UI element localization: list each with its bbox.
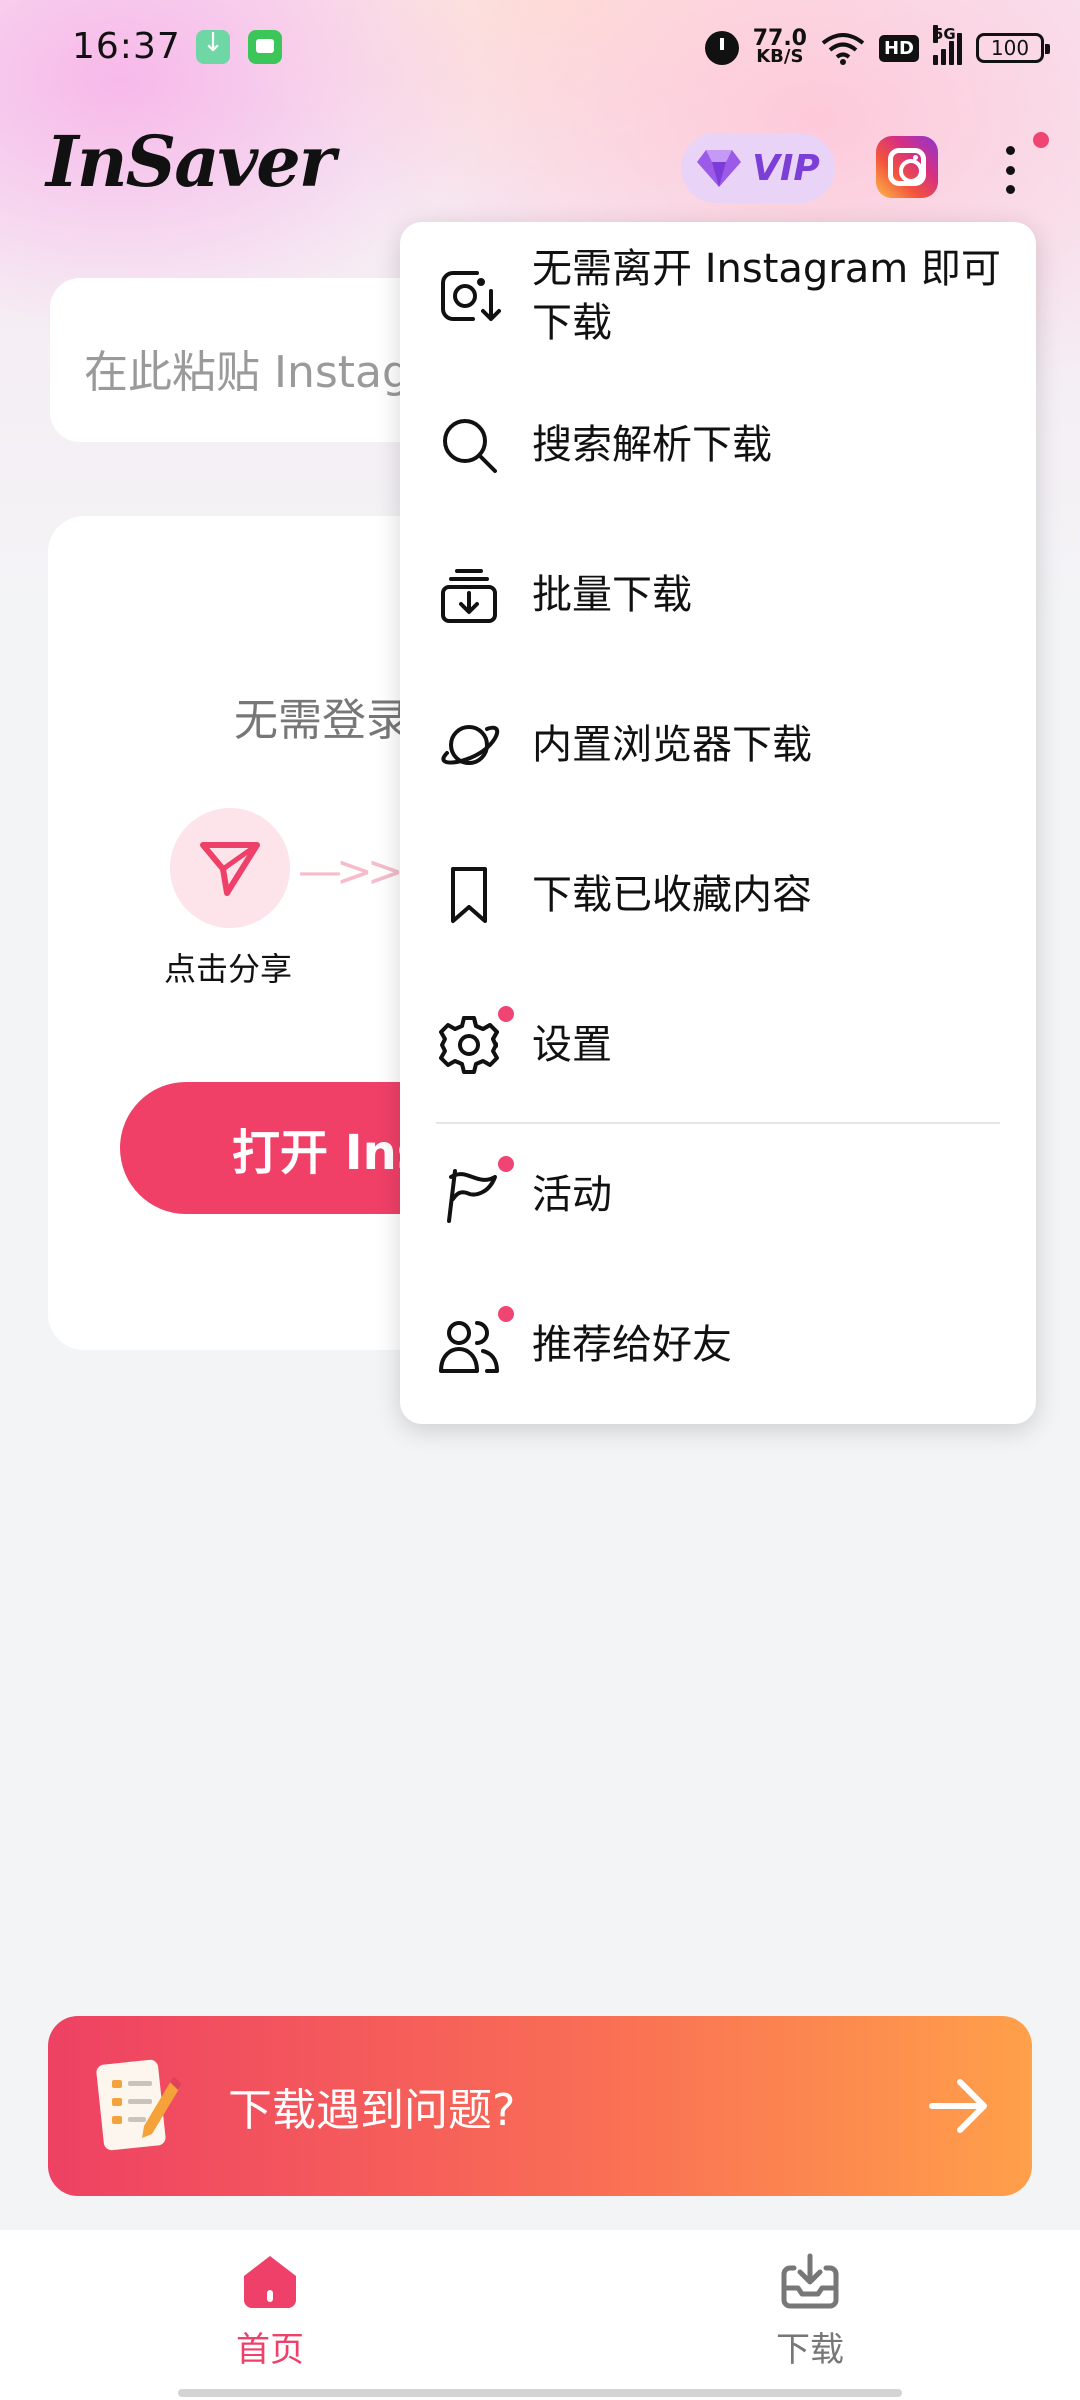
settings-badge-dot	[498, 1006, 514, 1022]
search-icon	[436, 412, 502, 478]
bookmark-icon	[436, 862, 502, 928]
menu-item-browser-download[interactable]: 内置浏览器下载	[400, 670, 1036, 820]
vip-button[interactable]: VIP	[681, 133, 835, 203]
menu-item-recommend[interactable]: 推荐给好友	[400, 1270, 1036, 1420]
menu-item-settings[interactable]: 设置	[400, 970, 1036, 1120]
overflow-menu: 无需离开 Instagram 即可下载 搜索解析下载 批量下载 内置浏览器下载 …	[400, 222, 1036, 1424]
menu-label: 推荐给好友	[532, 1322, 732, 1368]
notification-dot	[1033, 132, 1049, 148]
document-pencil-icon	[96, 2059, 182, 2151]
menu-label: 设置	[532, 1022, 612, 1068]
users-icon	[436, 1312, 502, 1378]
nav-tab-home[interactable]: 首页	[210, 2252, 330, 2382]
battery-icon: 100	[976, 33, 1050, 63]
gear-icon	[436, 1012, 502, 1078]
recommend-badge-dot	[498, 1306, 514, 1322]
hd-badge: HD	[878, 34, 919, 62]
inbox-download-icon	[781, 2253, 839, 2309]
dot-3	[1005, 185, 1015, 194]
signal-label: 5G	[933, 25, 956, 43]
instagram-button[interactable]	[876, 136, 938, 198]
dot-2	[1005, 165, 1015, 175]
menu-item-saved-download[interactable]: 下载已收藏内容	[400, 820, 1036, 970]
nav-label-download: 下载	[776, 2330, 844, 2370]
menu-item-batch-download[interactable]: 批量下载	[400, 520, 1036, 670]
guide-title: 无需登录	[234, 695, 410, 746]
alarm-icon	[704, 31, 739, 65]
menu-label: 无需离开 Instagram 即可下载	[532, 246, 1001, 346]
paste-placeholder: 在此粘贴 Instag	[84, 347, 410, 398]
battery-level: 100	[990, 36, 1030, 60]
menu-item-activity[interactable]: 活动	[400, 1120, 1036, 1270]
signal-icon: 5G	[933, 25, 962, 65]
dot-1	[1005, 146, 1015, 155]
send-icon	[200, 842, 260, 896]
download-notification-icon	[196, 28, 230, 64]
more-menu-button[interactable]	[990, 140, 1030, 200]
flag-icon	[436, 1162, 502, 1228]
help-banner[interactable]: 下载遇到问题?	[48, 2016, 1032, 2196]
nav-label-home: 首页	[236, 2330, 304, 2370]
arrow-right-icon	[929, 2079, 987, 2133]
menu-item-download-without-leaving[interactable]: 无需离开 Instagram 即可下载	[400, 222, 1036, 372]
step-share-circle	[170, 808, 290, 928]
nav-tab-download[interactable]: 下载	[750, 2252, 870, 2382]
home-icon	[244, 2256, 296, 2308]
status-bar: 16:37 77.0 KB/S HD 5G 100	[0, 0, 1080, 96]
menu-label: 下载已收藏内容	[532, 872, 812, 918]
status-time: 16:37	[72, 26, 181, 67]
message-notification-icon	[248, 30, 282, 64]
menu-item-search-download[interactable]: 搜索解析下载	[400, 370, 1036, 520]
batch-download-icon	[436, 562, 502, 628]
bottom-navigation: 首页 下载	[0, 2230, 1080, 2400]
network-speed: 77.0 KB/S	[753, 28, 807, 67]
planet-icon	[436, 712, 502, 778]
vip-label: VIP	[752, 147, 820, 189]
menu-label: 内置浏览器下载	[532, 722, 812, 768]
activity-badge-dot	[498, 1156, 514, 1172]
wifi-icon	[821, 33, 865, 65]
help-banner-text: 下载遇到问题?	[228, 2085, 516, 2136]
instagram-download-icon	[436, 264, 502, 330]
menu-label: 搜索解析下载	[532, 422, 772, 468]
menu-label: 活动	[532, 1172, 612, 1218]
gesture-bar[interactable]	[178, 2389, 902, 2397]
instagram-icon	[888, 148, 926, 186]
network-speed-unit: KB/S	[756, 46, 804, 67]
diamond-icon	[697, 150, 742, 187]
step-share-label: 点击分享	[164, 950, 293, 988]
app-logo: InSaver	[46, 120, 336, 203]
menu-label: 批量下载	[532, 572, 692, 618]
